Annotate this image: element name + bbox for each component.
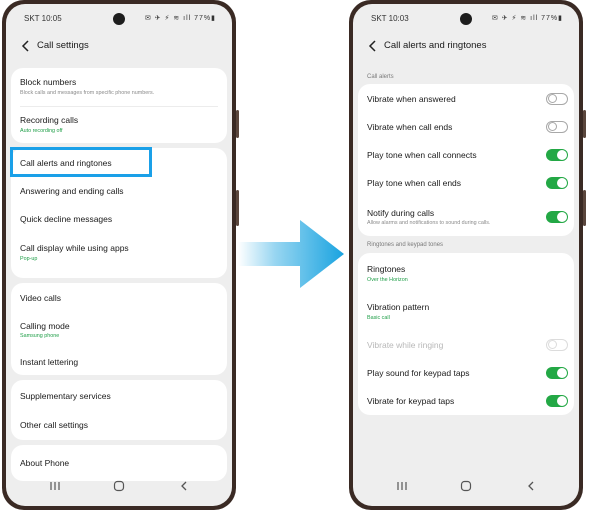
row-label: Notify during calls (367, 208, 435, 218)
row-label: Recording calls (20, 115, 79, 125)
row-label: About Phone (20, 458, 70, 468)
row-label: Play tone when call ends (367, 178, 462, 188)
row-sub: Over the Horizon (367, 277, 408, 283)
header: Call settings (6, 36, 232, 58)
list-item-vibration-pattern[interactable]: Vibration pattern Basic call (358, 291, 574, 329)
list-item-ringtones[interactable]: Ringtones Over the Horizon (358, 253, 574, 291)
row-label: Play tone when call connects (367, 150, 477, 160)
row-label: Block numbers (20, 77, 77, 87)
highlight-box (10, 147, 152, 177)
back-arrow-icon[interactable] (19, 39, 33, 53)
nav-back-icon[interactable] (178, 480, 190, 492)
right-arrow-icon (238, 218, 346, 290)
side-button (583, 110, 586, 138)
screen-call-settings: SKT 10:05 ✉ ✈ ⚡ ≋ ıll 77%▮ Call settings… (6, 4, 232, 506)
camera-hole (460, 13, 472, 25)
call-alerts-card: Vibrate when answered Vibrate when call … (358, 84, 574, 236)
row-label: Play sound for keypad taps (367, 368, 470, 378)
row-label: Vibration pattern (367, 302, 430, 312)
header: Call alerts and ringtones (353, 36, 579, 58)
row-label: Supplementary services (20, 391, 111, 401)
row-sub: Basic call (367, 315, 390, 321)
row-label: Vibrate while ringing (367, 340, 444, 350)
list-item-quick-decline-messages[interactable]: Quick decline messages (11, 204, 227, 232)
row-label: Quick decline messages (20, 214, 113, 224)
row-label: Vibrate for keypad taps (367, 396, 455, 406)
camera-hole (113, 13, 125, 25)
phone-left: SKT 10:05 ✉ ✈ ⚡ ≋ ıll 77%▮ Call settings… (2, 0, 239, 510)
list-item-vibrate-for-keypad-taps[interactable]: Vibrate for keypad taps (358, 385, 574, 413)
side-button (583, 190, 586, 226)
toggle-play-tone-when-call-ends[interactable] (546, 177, 568, 189)
toggle-vibrate-while-ringing (546, 339, 568, 351)
clock: 10:03 (388, 14, 409, 23)
list-item-instant-lettering[interactable]: Instant lettering (11, 347, 227, 375)
list-item-supplementary-services[interactable]: Supplementary services (11, 380, 227, 410)
carrier: SKT (371, 14, 387, 23)
list-item-block-numbers[interactable]: Block numbers Block calls and messages f… (11, 68, 227, 106)
home-icon[interactable] (460, 480, 472, 492)
toggle-play-sound-for-keypad-taps[interactable] (546, 367, 568, 379)
settings-group: Video calls Calling mode Samsung phone I… (11, 283, 227, 375)
nav-back-icon[interactable] (525, 480, 537, 492)
toggle-vibrate-when-call-ends[interactable] (546, 121, 568, 133)
list-item-play-tone-when-call-ends[interactable]: Play tone when call ends (358, 168, 574, 196)
section-label-ringtones-and-keypad-tones: Ringtones and keypad tones (367, 242, 444, 248)
list-item-notify-during-calls[interactable]: Notify during calls Allow alarms and not… (358, 196, 574, 236)
toggle-play-tone-when-call-connects[interactable] (546, 149, 568, 161)
section-label-call-alerts: Call alerts (367, 74, 394, 80)
row-label: Call display while using apps (20, 243, 129, 253)
row-label: Video calls (20, 293, 61, 303)
list-item-play-sound-for-keypad-taps[interactable]: Play sound for keypad taps (358, 357, 574, 385)
settings-group: Block numbers Block calls and messages f… (11, 68, 227, 143)
recent-apps-icon[interactable] (395, 480, 409, 492)
home-icon[interactable] (113, 480, 125, 492)
list-item-about-phone[interactable]: About Phone (11, 445, 227, 475)
screen-call-alerts-and-ringtones: SKT 10:03 ✉ ✈ ⚡ ≋ ıll 77%▮ Call alerts a… (353, 4, 579, 506)
row-sub: Samsung phone (20, 333, 60, 339)
settings-group: Supplementary services Other call settin… (11, 380, 227, 440)
list-item-video-calls[interactable]: Video calls (11, 283, 227, 311)
status-bar: SKT 10:05 ✉ ✈ ⚡ ≋ ıll 77%▮ (6, 12, 232, 26)
list-item-vibrate-when-answered[interactable]: Vibrate when answered (358, 84, 574, 112)
page-title: Call alerts and ringtones (384, 40, 487, 51)
list-item-vibrate-while-ringing: Vibrate while ringing (358, 329, 574, 357)
toggle-notify-during-calls[interactable] (546, 211, 568, 223)
row-label: Vibrate when call ends (367, 122, 453, 132)
back-arrow-icon[interactable] (366, 39, 380, 53)
clock: 10:05 (41, 14, 62, 23)
list-item-other-call-settings[interactable]: Other call settings (11, 410, 227, 440)
status-icons: ✉ ✈ ⚡ ≋ ıll 77%▮ (491, 15, 563, 22)
row-sub: Auto recording off (20, 128, 63, 134)
row-label: Calling mode (20, 321, 70, 331)
row-label: Vibrate when answered (367, 94, 456, 104)
row-label: Ringtones (367, 264, 406, 274)
navigation-bar (353, 476, 579, 496)
list-item-play-tone-when-call-connects[interactable]: Play tone when call connects (358, 140, 574, 168)
toggle-vibrate-when-answered[interactable] (546, 93, 568, 105)
side-button (236, 110, 239, 138)
row-sub: Block calls and messages from specific p… (20, 90, 155, 96)
page-title: Call settings (37, 40, 89, 51)
list-item-call-display-while-using-apps[interactable]: Call display while using apps Pop-up (11, 232, 227, 276)
row-label: Instant lettering (20, 357, 79, 367)
status-icons: ✉ ✈ ⚡ ≋ ıll 77%▮ (144, 15, 216, 22)
list-item-answering-and-ending-calls[interactable]: Answering and ending calls (11, 176, 227, 204)
phone-right: SKT 10:03 ✉ ✈ ⚡ ≋ ıll 77%▮ Call alerts a… (349, 0, 586, 510)
row-sub: Pop-up (20, 256, 38, 262)
list-item-recording-calls[interactable]: Recording calls Auto recording off (11, 106, 227, 143)
carrier: SKT (24, 14, 40, 23)
row-label: Other call settings (20, 420, 89, 430)
row-label: Answering and ending calls (20, 186, 124, 196)
row-sub: Allow alarms and notifications to sound … (367, 220, 491, 226)
list-item-vibrate-when-call-ends[interactable]: Vibrate when call ends (358, 112, 574, 140)
status-bar: SKT 10:03 ✉ ✈ ⚡ ≋ ıll 77%▮ (353, 12, 579, 26)
toggle-vibrate-for-keypad-taps[interactable] (546, 395, 568, 407)
ringtones-card: Ringtones Over the Horizon Vibration pat… (358, 253, 574, 415)
list-item-calling-mode[interactable]: Calling mode Samsung phone (11, 311, 227, 347)
recent-apps-icon[interactable] (48, 480, 62, 492)
navigation-bar (6, 476, 232, 496)
